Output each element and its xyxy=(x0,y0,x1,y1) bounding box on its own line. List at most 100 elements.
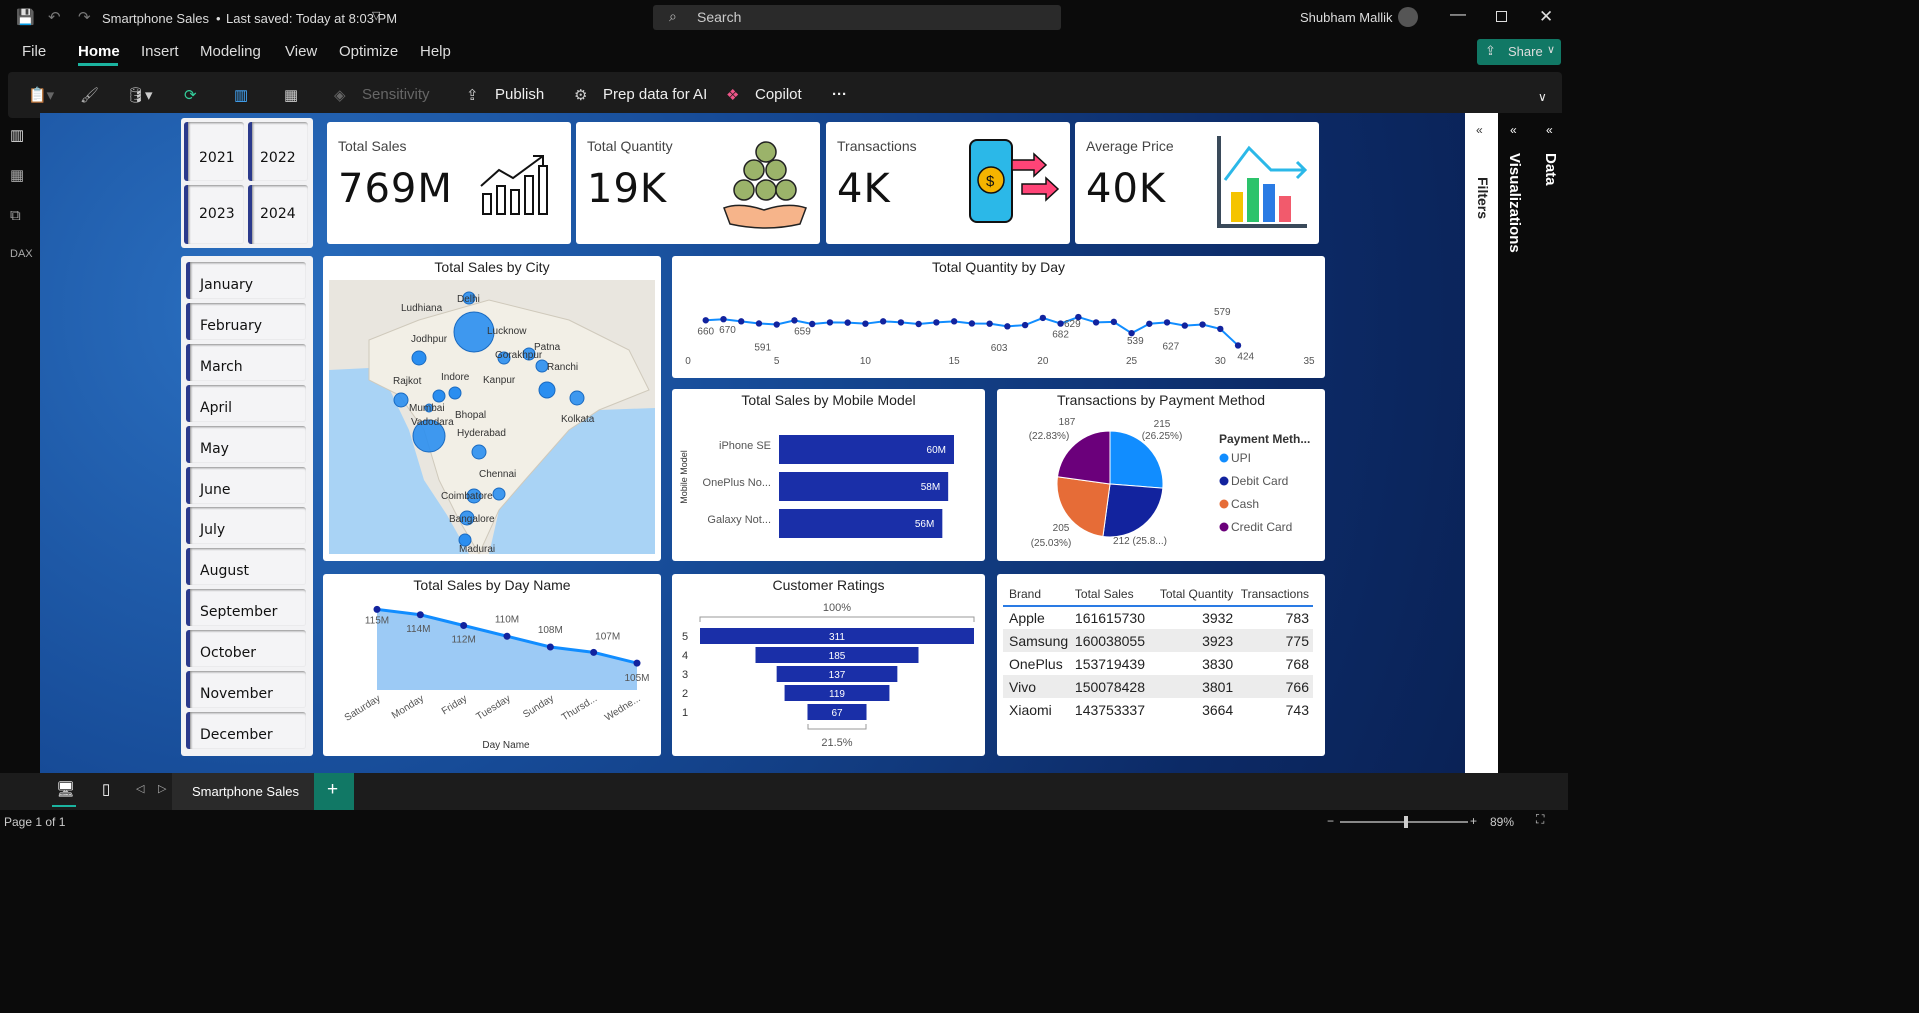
data-point[interactable] xyxy=(1146,320,1153,327)
desktop-layout-icon[interactable]: 🖥 xyxy=(56,780,75,798)
chevron-down-icon[interactable]: ∨ xyxy=(1538,90,1547,104)
paste-icon[interactable]: 📋▾ xyxy=(28,86,54,104)
column-header[interactable]: Brand xyxy=(1003,582,1075,606)
year-2021[interactable]: 2021 xyxy=(184,122,244,181)
publish-button[interactable]: Publish xyxy=(495,86,544,103)
publish-icon[interactable]: ⇪ xyxy=(466,86,479,104)
zoom-in-icon[interactable]: + xyxy=(1470,814,1477,828)
data-point[interactable] xyxy=(986,320,993,327)
table-row[interactable]: Xiaomi 143753337 3664 743 xyxy=(1003,698,1313,721)
month-december[interactable]: December xyxy=(186,711,306,749)
area-chart[interactable]: 115M Saturday 114M Monday 112M Friday 110M Tues… xyxy=(323,574,661,756)
dax-view-icon[interactable]: DAX xyxy=(10,248,33,260)
line-chart[interactable]: 0 5 10 15 20 25 30 35 660 670 659 591 603 682629 539 62… xyxy=(672,256,1325,378)
legend-item[interactable]: Cash xyxy=(1231,497,1259,511)
refresh-icon[interactable]: ⟳ xyxy=(184,86,197,104)
data-point[interactable] xyxy=(702,317,709,324)
table-row[interactable]: Samsung 160038055 3923 775 xyxy=(1003,629,1313,652)
data-pane[interactable]: « Data xyxy=(1534,113,1568,773)
data-point[interactable] xyxy=(968,320,976,327)
menu-optimize[interactable]: Optimize xyxy=(339,43,398,60)
month-january[interactable]: January xyxy=(186,262,306,299)
data-point[interactable] xyxy=(1234,342,1242,349)
data-point[interactable] xyxy=(1199,321,1206,328)
data-point[interactable] xyxy=(1004,323,1011,330)
menu-home[interactable]: Home xyxy=(78,43,120,60)
column-header[interactable]: Total Quantity xyxy=(1152,582,1233,606)
data-point[interactable] xyxy=(773,321,780,328)
menu-insert[interactable]: Insert xyxy=(141,43,179,60)
filters-pane[interactable]: « Filters xyxy=(1465,113,1498,773)
data-point[interactable] xyxy=(950,318,958,325)
data-point[interactable] xyxy=(1217,325,1224,333)
data-point[interactable] xyxy=(546,643,554,651)
menu-modeling[interactable]: Modeling xyxy=(200,43,261,60)
filters-label[interactable]: Filters xyxy=(1475,177,1491,219)
map-canvas[interactable]: DelhiLudhianaLucknowJodhpurGorakhpurPatn… xyxy=(329,280,655,554)
legend-item[interactable]: Credit Card xyxy=(1231,520,1292,534)
mobile-layout-icon[interactable]: ▯ xyxy=(102,780,110,798)
month-october[interactable]: October xyxy=(186,630,306,668)
column-header[interactable]: Transactions xyxy=(1233,582,1313,606)
data-point[interactable] xyxy=(590,648,598,656)
prev-page-icon[interactable]: ◁ xyxy=(136,782,144,795)
user-name[interactable]: Shubham Mallik xyxy=(1300,10,1393,25)
data-point[interactable] xyxy=(373,605,381,613)
data-point[interactable] xyxy=(862,320,869,327)
bar-chart[interactable]: Mobile Model iPhone SE 60M OnePlus No... 58M… xyxy=(672,389,985,561)
menu-view[interactable]: View xyxy=(285,43,317,60)
menu-file[interactable]: File xyxy=(22,43,46,60)
maximize-icon[interactable] xyxy=(1496,11,1507,22)
data-point[interactable] xyxy=(633,659,641,667)
pie-chart[interactable]: 215(26.25%) 212 (25.8...) 205 (25.03%) 187 (2… xyxy=(997,389,1325,561)
data-point[interactable] xyxy=(1163,319,1171,326)
redo-icon[interactable]: ↷ xyxy=(78,8,91,26)
data-point[interactable] xyxy=(791,317,798,324)
city-bubble-kolkata[interactable] xyxy=(569,390,585,406)
table-view-icon[interactable]: ▦ xyxy=(10,166,24,184)
month-april[interactable]: April xyxy=(186,384,306,422)
month-may[interactable]: May xyxy=(186,425,306,463)
city-bubble[interactable] xyxy=(432,389,446,403)
close-icon[interactable]: ✕ xyxy=(1539,7,1553,27)
month-september[interactable]: September xyxy=(186,589,306,627)
data-label[interactable]: Data xyxy=(1542,153,1559,186)
month-july[interactable]: July xyxy=(186,507,306,545)
data-point[interactable] xyxy=(844,319,851,326)
data-point[interactable] xyxy=(933,319,940,326)
month-august[interactable]: August xyxy=(186,548,306,586)
zoom-out-icon[interactable]: − xyxy=(1327,814,1334,828)
zoom-slider[interactable] xyxy=(1340,816,1468,828)
data-point[interactable] xyxy=(460,622,468,629)
data-point[interactable] xyxy=(503,632,511,640)
visualizations-label[interactable]: Visualizations xyxy=(1506,153,1523,253)
menu-help[interactable]: Help xyxy=(420,43,451,60)
share-button[interactable]: ⇪ Share ∨ xyxy=(1477,39,1561,65)
zoom-handle[interactable] xyxy=(1404,816,1408,828)
data-point[interactable] xyxy=(915,320,922,328)
month-june[interactable]: June xyxy=(186,466,306,504)
pie-slice[interactable] xyxy=(1102,483,1164,538)
legend-item[interactable]: Debit Card xyxy=(1231,474,1288,488)
city-bubble[interactable] xyxy=(448,386,462,400)
table-row[interactable]: Apple 161615730 3932 783 xyxy=(1003,606,1313,629)
minimize-icon[interactable]: — xyxy=(1450,6,1466,24)
city-bubble[interactable] xyxy=(411,350,427,366)
year-2022[interactable]: 2022 xyxy=(248,122,308,181)
year-2024[interactable]: 2024 xyxy=(248,185,308,244)
data-point[interactable] xyxy=(897,319,905,326)
table-row[interactable]: Vivo 150078428 3801 766 xyxy=(1003,675,1313,698)
city-bubble-chennai[interactable] xyxy=(492,487,506,501)
visualizations-pane[interactable]: « Visualizations xyxy=(1498,113,1534,773)
collapse-icon[interactable]: « xyxy=(1476,123,1483,137)
data-point[interactable] xyxy=(1057,320,1064,327)
get-data-icon[interactable]: 🛢▾ xyxy=(126,86,153,104)
format-painter-icon[interactable]: 🖌 xyxy=(80,86,99,104)
avatar[interactable] xyxy=(1398,7,1418,27)
city-bubble[interactable] xyxy=(538,381,556,399)
data-point[interactable] xyxy=(1110,318,1118,326)
report-view-icon[interactable]: ▥ xyxy=(10,126,24,144)
data-point[interactable] xyxy=(738,318,745,325)
table-row[interactable]: OnePlus 153719439 3830 768 xyxy=(1003,652,1313,675)
data-point[interactable] xyxy=(879,318,887,325)
